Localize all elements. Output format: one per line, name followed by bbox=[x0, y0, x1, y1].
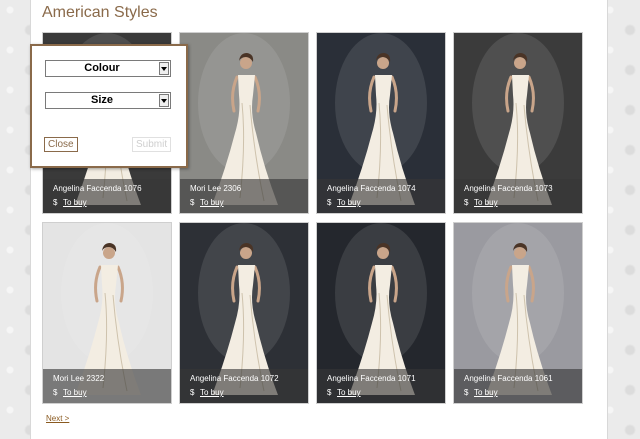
chevron-down-icon[interactable] bbox=[159, 94, 169, 107]
to-buy-link[interactable]: To buy bbox=[200, 198, 224, 207]
product-caption: Angelina Faccenda 1072 $ To buy bbox=[180, 369, 308, 403]
product-card[interactable]: Mori Lee 2322 $ To buy bbox=[42, 222, 172, 404]
price-symbol: $ bbox=[190, 388, 195, 397]
price-symbol: $ bbox=[190, 198, 195, 207]
product-caption: Angelina Faccenda 1076 $ To buy bbox=[43, 179, 171, 213]
product-name: Angelina Faccenda 1072 bbox=[190, 374, 279, 383]
product-name: Mori Lee 2306 bbox=[190, 184, 242, 193]
product-caption: Angelina Faccenda 1071 $ To buy bbox=[317, 369, 445, 403]
model-head bbox=[377, 247, 389, 259]
product-caption: Mori Lee 2322 $ To buy bbox=[43, 369, 171, 403]
to-buy-link[interactable]: To buy bbox=[63, 198, 87, 207]
product-name: Angelina Faccenda 1073 bbox=[464, 184, 553, 193]
model-head bbox=[240, 57, 252, 69]
product-caption: Mori Lee 2306 $ To buy bbox=[180, 179, 308, 213]
price-symbol: $ bbox=[327, 198, 332, 207]
price-symbol: $ bbox=[53, 198, 58, 207]
price-symbol: $ bbox=[464, 198, 469, 207]
product-card[interactable]: Angelina Faccenda 1073 $ To buy bbox=[453, 32, 583, 214]
price-symbol: $ bbox=[464, 388, 469, 397]
next-page-link[interactable]: Next > bbox=[46, 414, 69, 423]
product-caption: Angelina Faccenda 1061 $ To buy bbox=[454, 369, 582, 403]
close-button[interactable]: Close bbox=[44, 137, 78, 152]
model-head bbox=[377, 57, 389, 69]
model-head bbox=[514, 247, 526, 259]
filter-panel: Colour Size Close Submit bbox=[30, 44, 188, 168]
model-head bbox=[103, 247, 115, 259]
chevron-down-icon[interactable] bbox=[159, 62, 169, 75]
colour-select[interactable]: Colour bbox=[45, 60, 171, 77]
product-card[interactable]: Angelina Faccenda 1074 $ To buy bbox=[316, 32, 446, 214]
size-select-value: Size bbox=[90, 94, 113, 106]
product-name: Angelina Faccenda 1071 bbox=[327, 374, 416, 383]
product-name: Mori Lee 2322 bbox=[53, 374, 105, 383]
price-symbol: $ bbox=[327, 388, 332, 397]
product-card[interactable]: Angelina Faccenda 1061 $ To buy bbox=[453, 222, 583, 404]
to-buy-link[interactable]: To buy bbox=[63, 388, 87, 397]
product-caption: Angelina Faccenda 1074 $ To buy bbox=[317, 179, 445, 213]
product-card[interactable]: Angelina Faccenda 1072 $ To buy bbox=[179, 222, 309, 404]
to-buy-link[interactable]: To buy bbox=[474, 388, 498, 397]
product-name: Angelina Faccenda 1076 bbox=[53, 184, 142, 193]
product-name: Angelina Faccenda 1061 bbox=[464, 374, 553, 383]
colour-select-value: Colour bbox=[84, 62, 120, 74]
page-title: American Styles bbox=[42, 4, 158, 21]
product-card[interactable]: Angelina Faccenda 1071 $ To buy bbox=[316, 222, 446, 404]
product-caption: Angelina Faccenda 1073 $ To buy bbox=[454, 179, 582, 213]
to-buy-link[interactable]: To buy bbox=[337, 388, 361, 397]
model-head bbox=[240, 247, 252, 259]
to-buy-link[interactable]: To buy bbox=[200, 388, 224, 397]
size-select[interactable]: Size bbox=[45, 92, 171, 109]
submit-button[interactable]: Submit bbox=[132, 137, 172, 152]
price-symbol: $ bbox=[53, 388, 58, 397]
to-buy-link[interactable]: To buy bbox=[474, 198, 498, 207]
product-name: Angelina Faccenda 1074 bbox=[327, 184, 416, 193]
to-buy-link[interactable]: To buy bbox=[337, 198, 361, 207]
model-head bbox=[514, 57, 526, 69]
product-card[interactable]: Mori Lee 2306 $ To buy bbox=[179, 32, 309, 214]
